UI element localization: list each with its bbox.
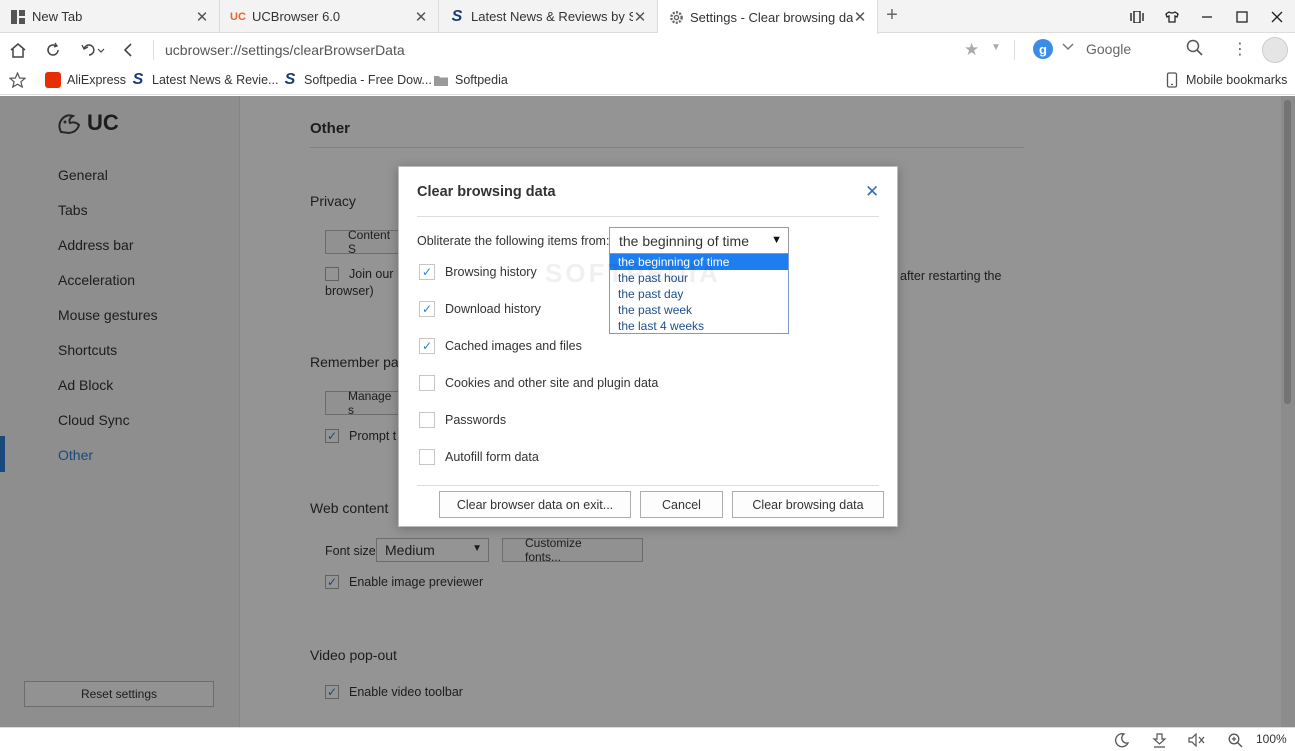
volume-muted-icon[interactable] [1188,731,1206,749]
clear-browsing-data-dialog: Clear browsing data ✕ Obliterate the fol… [398,166,898,527]
cached-images-checkbox[interactable]: ✓ Cached images and files [419,338,582,354]
bookmark-label: AliExpress [67,73,127,87]
divider [417,216,879,217]
cached-images-label: Cached images and files [445,339,582,353]
softpedia-icon: S [284,71,296,88]
browsing-history-checkbox[interactable]: ✓ Browsing history [419,264,537,280]
minimize-icon[interactable] [1196,6,1218,28]
watermark: SOFTPEDIA [545,258,721,288]
download-history-checkbox[interactable]: ✓ Download history [419,301,541,317]
softpedia-icon: S [132,71,144,88]
tab-new-tab[interactable]: New Tab ✕ [0,0,220,33]
search-engine-icon[interactable]: g [1033,39,1053,59]
caret-down-icon: ▼ [771,234,782,246]
window-close-icon[interactable] [1266,6,1288,28]
search-icon[interactable] [1186,39,1204,60]
checkbox[interactable] [419,375,435,391]
divider [1014,40,1015,60]
checkbox[interactable] [419,449,435,465]
address-input[interactable]: ucbrowser://settings/clearBrowserData [165,42,405,58]
address-toolbar: ucbrowser://settings/clearBrowserData ★ … [0,34,1295,66]
reload-icon[interactable] [41,38,65,62]
tab-softpedia-news[interactable]: S Latest News & Reviews by Softpedia ✕ [439,0,658,33]
cancel-button[interactable]: Cancel [640,491,723,518]
time-range-select[interactable]: the beginning of time ▼ [609,227,789,254]
bookmark-aliexpress[interactable]: AliExpress [45,71,126,89]
star-icon[interactable]: ★ [964,40,979,60]
tile-windows-icon[interactable] [1126,6,1148,28]
new-tab-button[interactable]: + [882,5,902,27]
time-range-option[interactable]: the past week [610,302,788,318]
back-icon[interactable] [116,38,140,62]
clear-on-exit-button[interactable]: Clear browser data on exit... [439,491,631,518]
folder-icon [433,72,449,88]
close-icon[interactable]: ✕ [633,8,647,26]
autofill-checkbox[interactable]: Autofill form data [419,449,539,465]
night-mode-icon[interactable] [1112,731,1130,749]
checkbox[interactable]: ✓ [419,264,435,280]
browsing-history-label: Browsing history [445,265,537,279]
bookmark-softpedia-news[interactable]: S Latest News & Revie... [130,71,279,89]
download-icon[interactable] [1150,731,1168,749]
search-input[interactable]: Google [1086,41,1131,57]
tab-ucbrowser[interactable]: UC UCBrowser 6.0 ✕ [220,0,439,33]
time-range-value: the beginning of time [619,233,749,249]
mobile-bookmarks[interactable]: Mobile bookmarks [1164,71,1287,89]
close-icon[interactable]: ✕ [853,8,867,26]
checkbox[interactable]: ✓ [419,301,435,317]
home-icon[interactable] [6,38,30,62]
obliterate-label: Obliterate the following items from: [417,234,610,248]
avatar[interactable] [1262,37,1288,63]
undo-icon[interactable] [78,38,108,62]
grid-icon [10,9,26,25]
zoom-icon[interactable] [1226,731,1244,749]
chevron-down-icon[interactable] [1062,42,1074,54]
divider [417,485,879,486]
bookmark-folder-softpedia[interactable]: Softpedia [433,71,508,89]
aliexpress-icon [45,72,61,88]
zoom-level[interactable]: 100% [1256,732,1287,746]
tab-label: UCBrowser 6.0 [252,9,341,24]
bookmark-label: Softpedia - Free Dow... [304,73,432,87]
close-icon[interactable]: ✕ [414,8,428,26]
dialog-title: Clear browsing data [417,184,556,200]
bookmark-softpedia-free[interactable]: S Softpedia - Free Dow... [282,71,432,89]
mobile-bookmarks-label: Mobile bookmarks [1186,73,1288,87]
cookies-label: Cookies and other site and plugin data [445,376,659,390]
bookmark-label: Softpedia [455,73,508,87]
bookmarks-bar: AliExpress S Latest News & Revie... S So… [0,66,1295,95]
tab-strip: New Tab ✕ UC UCBrowser 6.0 ✕ S Latest Ne… [0,0,1295,34]
close-icon[interactable]: ✕ [865,182,879,202]
menu-dots-icon[interactable]: ⋮ [1232,39,1248,59]
star-icon[interactable] [9,71,26,89]
time-range-option[interactable]: the last 4 weeks [610,318,788,334]
softpedia-icon: S [451,7,463,25]
checkbox[interactable]: ✓ [419,338,435,354]
passwords-label: Passwords [445,413,507,427]
bookmark-label: Latest News & Revie... [152,73,279,87]
tab-label: Settings - Clear browsing data [690,9,853,25]
skin-shirt-icon[interactable] [1161,6,1183,28]
maximize-icon[interactable] [1231,6,1253,28]
uc-icon: UC [230,10,246,23]
autofill-label: Autofill form data [445,450,539,464]
chevron-down-icon[interactable]: ▼ [991,42,1001,53]
status-bar: 100% [0,727,1295,751]
divider [153,40,154,60]
cookies-checkbox[interactable]: Cookies and other site and plugin data [419,375,658,391]
tab-label: Latest News & Reviews by Softpedia [471,9,633,24]
passwords-checkbox[interactable]: Passwords [419,412,506,428]
tab-label: New Tab [32,9,83,24]
clear-browsing-data-button[interactable]: Clear browsing data [732,491,884,518]
checkbox[interactable] [419,412,435,428]
download-history-label: Download history [445,302,541,316]
gear-icon [668,9,684,25]
tab-settings[interactable]: Settings - Clear browsing data ✕ [658,0,878,34]
mobile-phone-icon [1164,72,1180,88]
close-icon[interactable]: ✕ [195,8,209,26]
